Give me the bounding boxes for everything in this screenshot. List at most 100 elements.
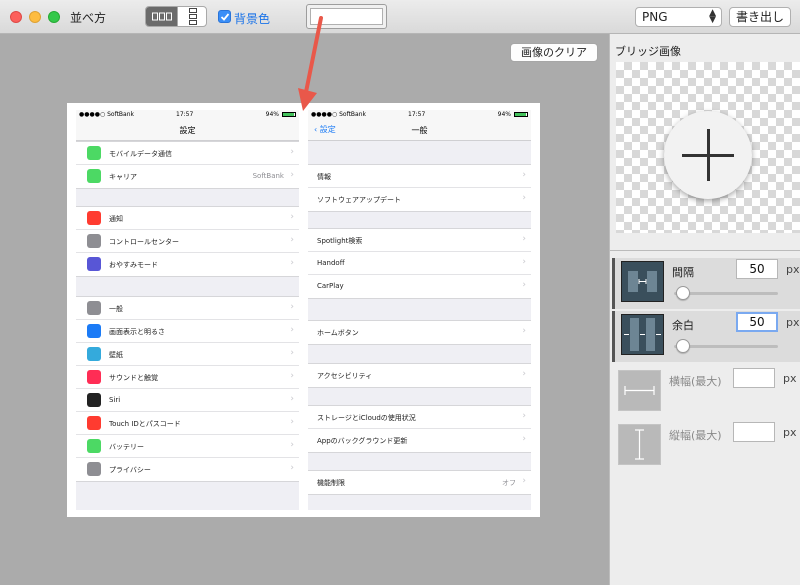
max-height-input[interactable] — [733, 422, 775, 442]
settings-row[interactable]: コントロールセンター › — [76, 230, 299, 253]
chevron-right-icon: › — [522, 326, 526, 336]
chevron-right-icon: › — [290, 394, 294, 404]
settings-row-icon — [87, 439, 101, 453]
settings-row-icon — [87, 416, 101, 430]
settings-group: Spotlight検索 › Handoff › CarPlay › — [308, 228, 531, 299]
settings-row[interactable]: Siri › — [76, 389, 299, 412]
max-width-unit: px — [783, 372, 797, 385]
chevron-right-icon: › — [290, 417, 294, 427]
settings-row[interactable]: モバイルデータ通信 › — [76, 142, 299, 165]
chevron-right-icon: › — [290, 170, 294, 180]
settings-row[interactable]: 情報 › — [308, 165, 531, 188]
chevron-right-icon: › — [522, 476, 526, 486]
settings-row[interactable]: アクセシビリティ › — [308, 364, 531, 387]
settings-row-label: Siri — [109, 396, 121, 404]
max-width-icon — [618, 370, 661, 411]
spacing-slider-knob[interactable] — [676, 286, 690, 300]
settings-row-icon — [87, 324, 101, 338]
settings-row[interactable]: キャリア SoftBank › — [76, 165, 299, 188]
chevron-right-icon: › — [522, 170, 526, 180]
settings-row-label: ソフトウェアアップデート — [317, 196, 401, 204]
settings-row-icon — [87, 370, 101, 384]
settings-row-label: 一般 — [109, 305, 123, 313]
chevron-right-icon: › — [290, 440, 294, 450]
chevron-right-icon: › — [290, 371, 294, 381]
settings-row[interactable]: サウンドと触覚 › — [76, 366, 299, 389]
settings-row[interactable]: CarPlay › — [308, 275, 531, 298]
spacing-label: 間隔 — [672, 266, 694, 279]
settings-row-icon — [87, 301, 101, 315]
option-max-width[interactable]: 横幅(最大) px — [612, 367, 800, 418]
settings-row[interactable]: Touch IDとパスコード › — [76, 412, 299, 435]
panel-title: ブリッジ画像 — [615, 45, 681, 58]
bridge-image-preview[interactable] — [616, 62, 800, 233]
settings-row[interactable]: バッテリー › — [76, 435, 299, 458]
settings-row[interactable]: Spotlight検索 › — [308, 229, 531, 252]
settings-row[interactable]: ホームボタン › — [308, 321, 531, 344]
chevron-right-icon: › — [522, 411, 526, 421]
background-color-label[interactable]: 背景色 — [234, 10, 270, 27]
side-by-side-layout-icon — [151, 12, 172, 21]
close-window-button[interactable] — [10, 11, 22, 23]
settings-row[interactable]: Appのバックグラウンド更新 › — [308, 429, 531, 452]
clear-images-button[interactable]: 画像のクリア — [510, 43, 598, 62]
spacing-input[interactable]: 50 — [736, 259, 778, 279]
margin-slider-knob[interactable] — [676, 339, 690, 353]
settings-row[interactable]: プライバシー › — [76, 458, 299, 481]
status-bar: ●●●●○ SoftBank 17:57 94% — [308, 110, 531, 119]
settings-row-detail: オフ — [502, 479, 516, 487]
max-width-label: 横幅(最大) — [669, 375, 722, 388]
clock-text: 17:57 — [176, 111, 194, 118]
toolbar: 並べ方 背景色 PNG ▲ ▼ 書き出し — [0, 0, 800, 34]
side-by-side-layout-button[interactable] — [146, 7, 177, 26]
export-button[interactable]: 書き出し — [729, 7, 791, 27]
settings-row[interactable]: Handoff › — [308, 252, 531, 275]
background-color-checkbox[interactable] — [218, 10, 231, 23]
settings-row-label: Appのバックグラウンド更新 — [317, 437, 408, 445]
settings-row-label: アクセシビリティ — [317, 372, 373, 380]
settings-group: 機能制限 オフ › — [308, 470, 531, 495]
settings-row-label: サウンドと触覚 — [109, 374, 158, 382]
settings-row[interactable]: 通知 › — [76, 207, 299, 230]
add-image-icon[interactable] — [664, 111, 752, 199]
settings-row-label: バッテリー — [109, 443, 144, 451]
max-width-input[interactable] — [733, 368, 775, 388]
minimize-window-button[interactable] — [29, 11, 41, 23]
layout-segmented-control — [145, 6, 207, 27]
settings-row[interactable]: おやすみモード › — [76, 253, 299, 276]
carrier-text: ●●●●○ SoftBank — [79, 111, 134, 118]
option-margin[interactable]: 余白 50 px — [612, 311, 800, 362]
zoom-window-button[interactable] — [48, 11, 60, 23]
select-stepper-icon: ▲ ▼ — [709, 8, 716, 25]
settings-row-label: ストレージとiCloudの使用状況 — [317, 414, 416, 422]
chevron-right-icon: › — [522, 369, 526, 379]
settings-row-icon — [87, 169, 101, 183]
status-bar: ●●●●○ SoftBank 17:57 94% — [76, 110, 299, 119]
nav-title: 設定 — [179, 126, 196, 135]
margin-icon — [621, 314, 664, 355]
settings-row[interactable]: ソフトウェアアップデート › — [308, 188, 531, 211]
settings-row[interactable]: 壁紙 › — [76, 343, 299, 366]
settings-row[interactable]: ストレージとiCloudの使用状況 › — [308, 406, 531, 429]
chevron-right-icon: › — [290, 258, 294, 268]
settings-row[interactable]: 機能制限 オフ › — [308, 471, 531, 494]
settings-row-label: 画面表示と明るさ — [109, 328, 165, 336]
screenshot-right[interactable]: ●●●●○ SoftBank 17:57 94% ‹ 設定 一般 情報 › ソフトウ… — [308, 110, 531, 510]
chevron-right-icon: › — [290, 325, 294, 335]
settings-row-icon — [87, 393, 101, 407]
stacked-layout-button[interactable] — [177, 7, 206, 26]
settings-row[interactable]: 画面表示と明るさ › — [76, 320, 299, 343]
option-spacing[interactable]: 間隔 50 px — [612, 258, 800, 309]
settings-group: 情報 › ソフトウェアアップデート › — [308, 164, 531, 212]
screenshot-left[interactable]: ●●●●○ SoftBank 17:57 94% 設定 モバイルデータ通信 › キャ… — [76, 110, 299, 510]
window-title: 並べ方 — [70, 11, 107, 25]
margin-input[interactable]: 50 — [736, 312, 778, 332]
settings-row-label: 通知 — [109, 215, 123, 223]
max-height-icon — [618, 424, 661, 465]
settings-row[interactable]: 一般 › — [76, 297, 299, 320]
option-max-height[interactable]: 縦幅(最大) px — [612, 421, 800, 472]
format-select[interactable]: PNG ▲ ▼ — [635, 7, 722, 27]
settings-row-label: コントロールセンター — [109, 238, 179, 246]
clock-text: 17:57 — [408, 111, 426, 118]
margin-label: 余白 — [672, 319, 694, 332]
